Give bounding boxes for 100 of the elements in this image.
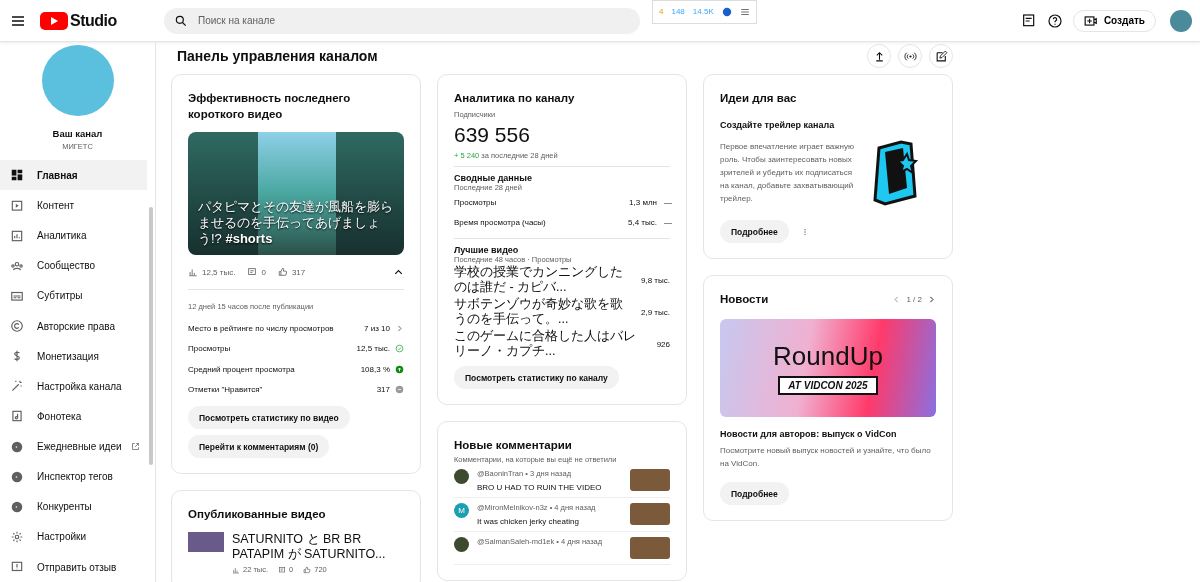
arrow-up-circle-icon [395, 364, 404, 374]
upload-button[interactable] [867, 44, 891, 68]
video-caption: パタピマとその友達が風船を膨らませるのを手伝ってあげましょう!? #shorts [197, 199, 394, 248]
like-icon [303, 565, 312, 574]
metric-value: 7 из 10 [364, 323, 390, 333]
metric-label: Место в рейтинге по числу просмотров [188, 323, 335, 333]
comment-icon[interactable] [1020, 12, 1037, 29]
sidebar-item[interactable]: Ежедневные идеи [0, 431, 147, 462]
sidebar-item[interactable]: Фонотека [0, 401, 147, 432]
extension-icon[interactable] [721, 6, 732, 17]
metric-label: Просмотры [188, 344, 232, 354]
sidebar-item[interactable]: Конкуренты [0, 491, 147, 522]
copyright-icon [10, 319, 24, 334]
card-title: Новости [720, 292, 770, 307]
sidebar-item[interactable]: Настройки [0, 521, 147, 552]
idea-title: Создайте трейлер канала [720, 120, 836, 130]
stat-value: 12,5 тыс. [202, 267, 236, 277]
more-button[interactable]: Подробнее [720, 482, 789, 505]
avatar [454, 469, 469, 484]
video-title[interactable]: このゲームに合格した人はバレリーノ・カプチ... [454, 329, 649, 359]
sidebar-item[interactable]: Аналитика [0, 220, 147, 251]
pill-button[interactable]: Посмотреть статистику по каналу [454, 366, 619, 389]
page-indicator: 1 / 2 [906, 294, 922, 304]
sidebar-item[interactable]: Контент [0, 190, 147, 221]
card-title: Идеи для вас [720, 91, 798, 106]
metric-value: 108,3 % [360, 364, 390, 374]
video-icon [10, 198, 24, 213]
sidebar-item[interactable]: Авторские права [0, 311, 147, 342]
scrollbar[interactable] [149, 207, 153, 465]
trend-mark: — [664, 197, 670, 207]
section-title: Сводные данные [454, 173, 533, 183]
stat-value: 0 [261, 267, 266, 277]
menu-icon[interactable] [739, 6, 750, 17]
pill-button[interactable]: Посмотреть статистику по видео [188, 406, 350, 429]
avatar[interactable] [1170, 9, 1192, 32]
sidebar-item[interactable]: Инспектор тегов [0, 461, 147, 492]
comment-text: BRO U HAD TO RUIN THE VIDEO [477, 483, 603, 492]
more-button[interactable]: Подробнее [720, 220, 789, 243]
video-title[interactable]: 学校の授業でカンニングしたのは誰だ - カピバ... [454, 265, 633, 295]
help-icon[interactable] [1046, 12, 1063, 29]
trend-mark: — [664, 217, 670, 227]
metric-label: Средний процент просмотра [188, 364, 296, 374]
video-thumbnail [630, 469, 670, 491]
sidebar-item[interactable]: Главная [0, 160, 147, 191]
chart-icon [10, 228, 24, 243]
news-banner[interactable]: RoundUp AT VIDCON 2025 [720, 319, 936, 417]
views-icon [232, 565, 240, 574]
play-circle-icon [10, 469, 24, 484]
card-title: Новые комментарии [454, 438, 573, 453]
magic-wand-icon [10, 379, 24, 394]
sidebar-item[interactable]: Монетизация [0, 341, 147, 372]
sidebar-item[interactable]: Субтитры [0, 280, 147, 311]
neutral-circle-icon [395, 385, 404, 395]
edit-icon [934, 49, 948, 63]
comment-icon [247, 267, 258, 277]
video-thumbnail[interactable] [188, 532, 224, 552]
pill-button[interactable]: Перейти к комментариям (0) [188, 435, 330, 458]
search-bar[interactable]: Поиск на канале [164, 7, 640, 34]
metric-value: 12,5 тыс. [356, 344, 390, 354]
add-video-icon [1083, 13, 1098, 28]
channel-title: Ваш канал [51, 128, 104, 140]
comment-icon [278, 565, 287, 574]
news-description: Посмотрите новый выпуск новостей и узнайте, что было на VidCon. [720, 445, 932, 470]
view-count: 2,9 тыс. [641, 307, 670, 317]
sidebar-item[interactable]: Настройка канала [0, 371, 147, 402]
view-count: 926 [656, 339, 670, 349]
metric-label: Отметки "Нравится" [188, 385, 264, 395]
idea-description: Первое впечатление играет важную роль. Чтобы заинтересовать новых зрителей и убедить их подписаться на канал, добавьте захватывающий трейлер. [720, 141, 855, 205]
card-title: Эффективность последнего короткого видео [188, 91, 352, 122]
video-title[interactable]: SATURNITO と BR BR PATAPIM が SATURNITO... [232, 532, 404, 562]
views-icon [188, 267, 198, 277]
avatar: M [454, 503, 469, 518]
avatar [454, 537, 469, 552]
card-title: Аналитика по каналу [454, 91, 576, 106]
live-icon [903, 49, 917, 63]
live-button[interactable] [898, 44, 922, 68]
like-icon [277, 267, 288, 277]
video-thumbnail [630, 503, 670, 525]
subscriber-count: 639 556 [454, 123, 531, 147]
comment-text: It was chicken jerky cheating [477, 517, 580, 526]
view-count: 9,8 тыс. [641, 275, 670, 285]
external-link-icon [130, 442, 140, 452]
studio-logo[interactable]: Studio [40, 10, 160, 31]
edit-button[interactable] [929, 44, 953, 68]
video-thumbnail[interactable]: パタピマとその友達が風船を膨らませるのを手伝ってあげましょう!? #shorts [188, 132, 404, 255]
search-input[interactable]: Поиск на канале [196, 14, 630, 27]
metric-value: 317 [376, 385, 390, 395]
sidebar-item[interactable]: Отправить отзыв [0, 552, 147, 582]
chevron-right-icon[interactable] [927, 294, 936, 304]
metric-value: 5,4 тыс. [628, 217, 657, 227]
news-headline: Новости для авторов: выпуск о VidCon [720, 429, 898, 439]
music-icon [10, 409, 24, 424]
banner-subtitle: AT VIDCON 2025 [778, 376, 878, 395]
section-title: Лучшие видео [454, 245, 520, 255]
sidebar-item[interactable]: Сообщество [0, 250, 147, 281]
card-title: Опубликованные видео [188, 507, 327, 522]
video-title[interactable]: サボテンゾウが奇妙な歌を歌うのを手伝って。... [454, 297, 633, 327]
metric-label: Просмотры [454, 197, 498, 207]
create-button[interactable]: Создать [1072, 9, 1156, 32]
dashboard-icon [10, 168, 24, 183]
